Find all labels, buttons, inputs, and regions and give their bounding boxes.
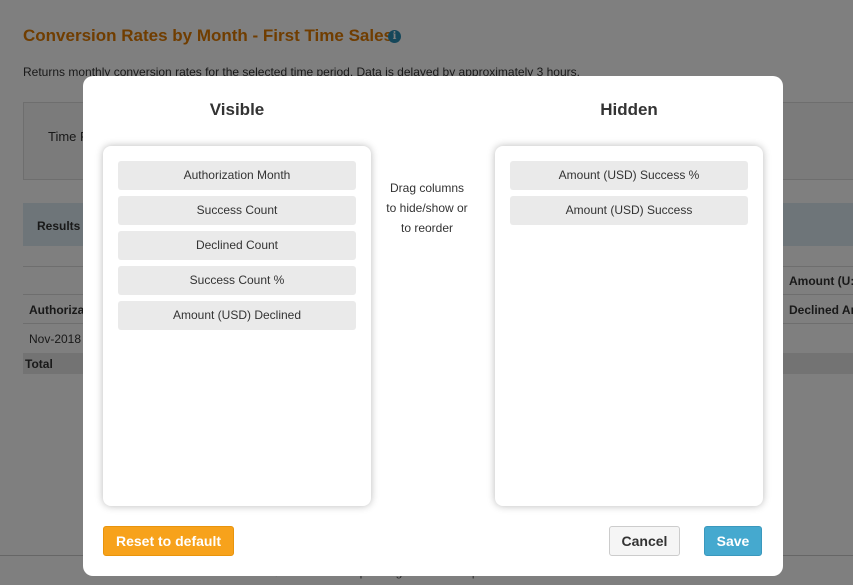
column-item-success-count[interactable]: Success Count [118,196,356,225]
reset-to-default-button[interactable]: Reset to default [103,526,234,556]
column-item-success-count-percent[interactable]: Success Count % [118,266,356,295]
hidden-column-title: Hidden [600,100,658,119]
drag-hint: Drag columns to hide/show or to reorder [386,181,468,235]
column-chooser-modal: Visible Hidden Authorization Month Succe… [83,76,783,576]
hidden-columns-list[interactable]: Amount (USD) Success % Amount (USD) Succ… [495,146,763,506]
save-button[interactable]: Save [704,526,762,556]
column-item-amount-declined[interactable]: Amount (USD) Declined [118,301,356,330]
column-item-amount-success[interactable]: Amount (USD) Success [510,196,748,225]
visible-columns-list[interactable]: Authorization Month Success Count Declin… [103,146,371,506]
column-item-authorization-month[interactable]: Authorization Month [118,161,356,190]
column-item-declined-count[interactable]: Declined Count [118,231,356,260]
cancel-button[interactable]: Cancel [609,526,680,556]
visible-column-title: Visible [209,100,265,119]
column-item-amount-success-percent[interactable]: Amount (USD) Success % [510,161,748,190]
